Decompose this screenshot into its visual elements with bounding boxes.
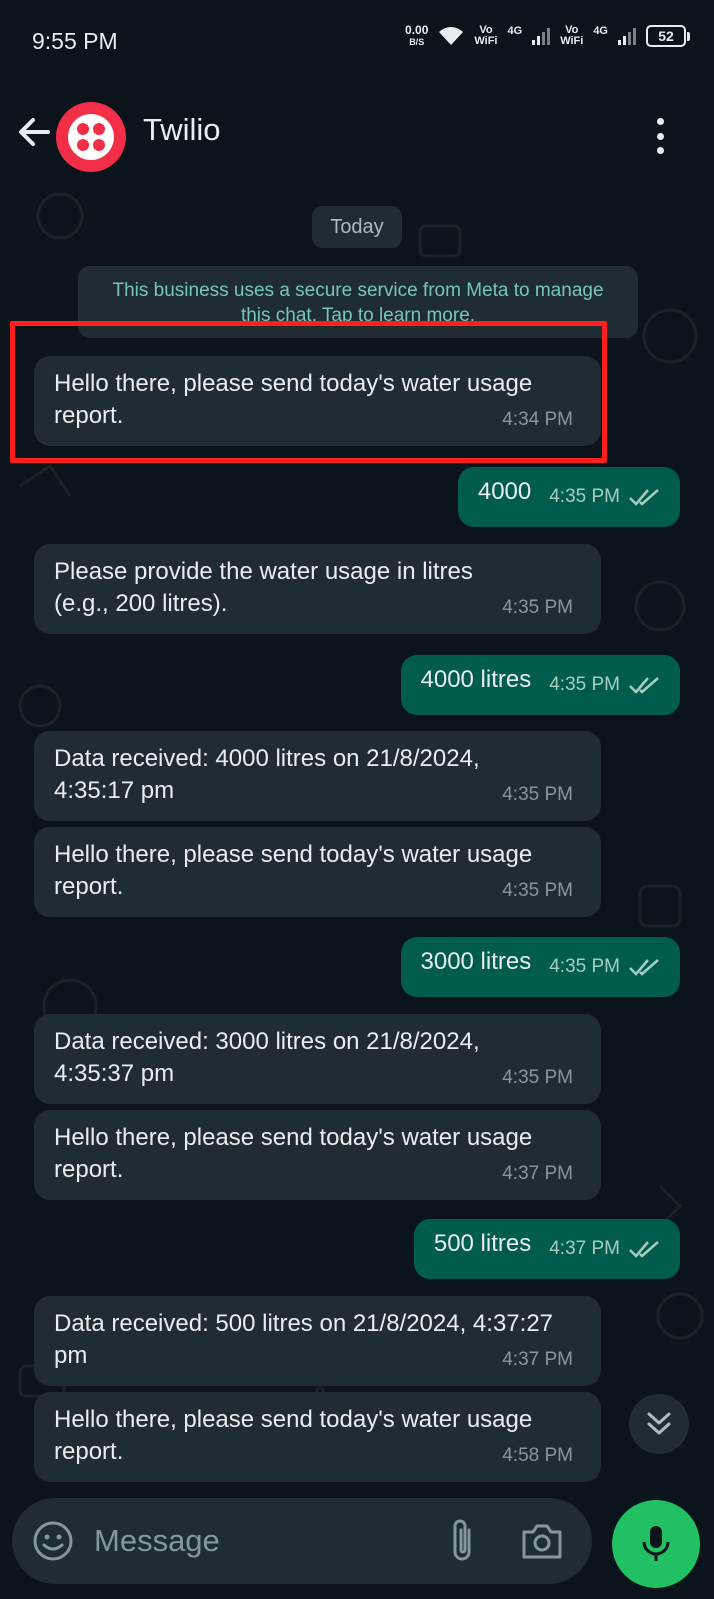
whatsapp-chat-screen: 9:55 PM 0.00 B/S Vo WiFi 4G Vo WiFi 4G 5… [0, 0, 714, 1599]
message-time: 4:35 PM [502, 784, 573, 805]
read-receipt-icon [629, 677, 659, 694]
message-time: 4:37 PM [502, 1349, 573, 1370]
mic-button[interactable] [612, 1500, 700, 1588]
vowifi-2-bottom: WiFi [560, 35, 584, 47]
composer-bar [0, 1490, 714, 1599]
network-type-2: 4G [593, 25, 608, 37]
read-receipt-icon [629, 1241, 659, 1258]
battery-level: 52 [646, 25, 686, 47]
message-time: 4:35 PM [549, 956, 620, 977]
message-text: 4000 litres [420, 666, 532, 693]
net-speed: 0.00 B/S [405, 24, 428, 48]
message-time: 4:35 PM [549, 674, 620, 695]
twilio-logo [68, 114, 114, 160]
outgoing-message[interactable]: 3000 litres 4:35 PM [400, 937, 680, 997]
mic-icon [642, 1526, 670, 1561]
read-receipt-icon [629, 959, 659, 976]
signal-icon [532, 27, 551, 45]
message-text: 500 litres [433, 1230, 532, 1257]
read-receipt-icon [629, 489, 659, 506]
highlight-annotation [10, 321, 607, 463]
vowifi-indicator-1: Vo WiFi [474, 25, 497, 47]
message-text: Please provide the water usage in litres… [54, 558, 473, 617]
camera-icon[interactable] [520, 1520, 564, 1562]
message-text: Data received: 3000 litres on 21/8/2024,… [54, 1028, 480, 1087]
back-arrow-icon[interactable] [14, 112, 54, 152]
incoming-message[interactable]: Data received: 4000 litres on 21/8/2024,… [34, 731, 601, 821]
status-bar: 9:55 PM 0.00 B/S Vo WiFi 4G Vo WiFi 4G 5… [0, 0, 714, 82]
message-text: 4000 [477, 478, 532, 505]
vowifi-indicator-2: Vo WiFi [560, 25, 583, 47]
net-speed-unit: B/S [409, 37, 425, 47]
outgoing-message[interactable]: 4000 4:35 PM [457, 467, 680, 527]
message-text: 3000 litres [420, 948, 532, 975]
attach-icon[interactable] [445, 1516, 479, 1566]
wifi-icon [439, 27, 464, 45]
message-text: Data received: 500 litres on 21/8/2024, … [54, 1310, 554, 1369]
message-text: Hello there, please send today's water u… [54, 841, 533, 900]
message-input-container [12, 1498, 592, 1584]
message-time: 4:37 PM [549, 1238, 620, 1259]
contact-name[interactable]: Twilio [143, 112, 221, 148]
incoming-message[interactable]: Hello there, please send today's water u… [34, 1110, 601, 1200]
outgoing-message[interactable]: 4000 litres 4:35 PM [400, 655, 680, 715]
message-text: Hello there, please send today's water u… [54, 1406, 533, 1465]
network-type-1: 4G [507, 25, 523, 37]
message-text: Hello there, please send today's water u… [54, 1124, 533, 1183]
incoming-message[interactable]: Data received: 3000 litres on 21/8/2024,… [34, 1014, 601, 1104]
message-text: Data received: 4000 litres on 21/8/2024,… [54, 745, 480, 804]
status-icons: 0.00 B/S Vo WiFi 4G Vo WiFi 4G 52 [405, 24, 690, 48]
incoming-message[interactable]: Hello there, please send today's water u… [34, 827, 601, 917]
scroll-to-bottom-button[interactable] [629, 1394, 689, 1454]
message-time: 4:35 PM [502, 880, 573, 901]
message-input[interactable] [94, 1516, 414, 1566]
net-speed-value: 0.00 [405, 23, 429, 37]
outgoing-message[interactable]: 500 litres 4:37 PM [413, 1219, 680, 1279]
message-time: 4:35 PM [502, 1067, 573, 1088]
double-chevron-down-icon [647, 1412, 671, 1435]
battery-icon: 52 [646, 25, 690, 47]
more-vertical-icon[interactable] [654, 118, 666, 154]
chat-header: Twilio [0, 82, 714, 186]
message-time: 4:37 PM [502, 1163, 573, 1184]
incoming-message[interactable]: Please provide the water usage in litres… [34, 544, 601, 634]
message-time: 4:58 PM [502, 1445, 573, 1466]
emoji-icon[interactable] [32, 1520, 74, 1562]
incoming-message[interactable]: Hello there, please send today's water u… [34, 1392, 601, 1482]
signal-icon [618, 27, 636, 45]
status-time: 9:55 PM [32, 28, 118, 54]
vowifi-1-bottom: WiFi [474, 35, 498, 47]
message-time: 4:35 PM [502, 597, 573, 618]
incoming-message[interactable]: Data received: 500 litres on 21/8/2024, … [34, 1296, 601, 1386]
date-chip: Today [312, 206, 402, 248]
message-time: 4:35 PM [549, 486, 620, 507]
